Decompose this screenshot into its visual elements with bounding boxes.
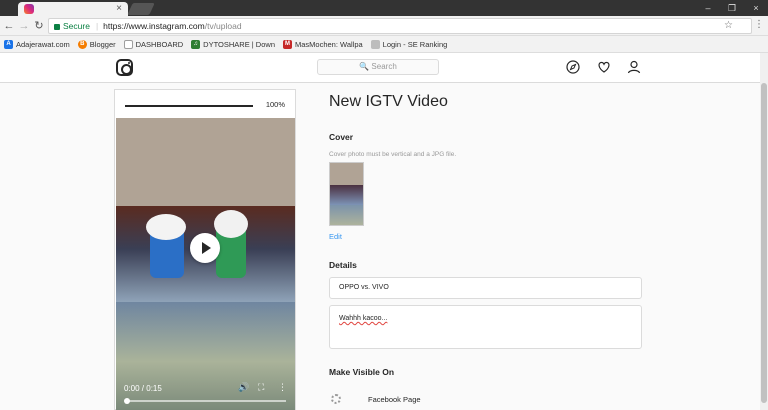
compass-icon[interactable] bbox=[566, 60, 580, 74]
bookmark-label: MasMochen: Wallpa bbox=[295, 39, 363, 49]
tab-close-icon[interactable]: × bbox=[116, 2, 122, 16]
restore-button[interactable]: ❐ bbox=[720, 0, 744, 16]
minimize-button[interactable]: – bbox=[696, 0, 720, 16]
upload-progress-bar bbox=[125, 105, 253, 107]
seek-knob[interactable] bbox=[124, 398, 130, 404]
page-icon bbox=[123, 39, 133, 49]
browser-toolbar: ← → ↻ Secure | https://www.instagram.com/t… bbox=[0, 16, 768, 36]
address-bar[interactable]: Secure | https://www.instagram.com/tv/uplo… bbox=[48, 18, 752, 34]
forward-arrow-icon[interactable]: → bbox=[17, 18, 31, 34]
page-title: New IGTV Video bbox=[329, 93, 448, 110]
back-arrow-icon[interactable]: ← bbox=[2, 18, 16, 34]
blogger-icon: B bbox=[77, 39, 87, 49]
loading-spinner-icon bbox=[331, 394, 341, 404]
dytoshare-icon: ♫ bbox=[191, 39, 201, 49]
lock-icon bbox=[54, 23, 60, 30]
cover-thumb-part bbox=[330, 163, 363, 185]
close-window-button[interactable]: × bbox=[744, 0, 768, 16]
search-input[interactable]: 🔍 Search bbox=[317, 59, 439, 75]
browser-tab-instagram[interactable]: × bbox=[18, 2, 128, 16]
url-path: /tv/upload bbox=[204, 21, 242, 31]
video-time: 0:00 / 0:15 bbox=[124, 384, 162, 393]
page-scrollbar[interactable] bbox=[760, 53, 768, 410]
browser-menu-icon[interactable]: ⋮ bbox=[754, 19, 764, 30]
volume-icon[interactable]: 🔊 bbox=[238, 382, 249, 393]
adajerawat-icon: A bbox=[4, 39, 13, 49]
se-ranking-icon bbox=[370, 39, 380, 49]
visibility-heading: Make Visible On bbox=[329, 367, 395, 377]
bookmark-label: DYTOSHARE | Down bbox=[203, 39, 275, 49]
browser-tab-strip: × – ❐ × bbox=[0, 0, 768, 16]
video-controls: 0:00 / 0:15 🔊 ⛶ ⋮ bbox=[116, 380, 295, 410]
upload-progress-label: 100% bbox=[265, 100, 285, 109]
mascot-figure bbox=[146, 214, 186, 278]
play-button[interactable] bbox=[190, 233, 220, 263]
facebook-page-label: Facebook Page bbox=[368, 395, 421, 404]
bookmark-masmochen[interactable]: M MasMochen: Wallpa bbox=[283, 39, 363, 49]
bookmark-adajerawat[interactable]: A Adajerawat.com bbox=[4, 39, 70, 49]
user-icon[interactable] bbox=[627, 60, 641, 74]
masmochen-icon: M bbox=[283, 39, 292, 49]
bookmark-dytoshare[interactable]: ♫ DYTOSHARE | Down bbox=[191, 39, 275, 49]
video-frame-top bbox=[116, 118, 295, 206]
title-input[interactable]: OPPO vs. VIVO bbox=[329, 277, 642, 299]
description-text: Wahhh kacoo... bbox=[339, 315, 388, 322]
cover-heading: Cover bbox=[329, 132, 354, 142]
video-player[interactable]: 0:00 / 0:15 🔊 ⛶ ⋮ bbox=[116, 118, 295, 410]
bookmark-star-icon[interactable]: ☆ bbox=[724, 19, 733, 33]
reload-icon[interactable]: ↻ bbox=[32, 18, 46, 34]
bookmark-dashboard[interactable]: DASHBOARD bbox=[123, 39, 184, 49]
instagram-logo-icon[interactable] bbox=[116, 59, 133, 76]
description-textarea[interactable]: Wahhh kacoo... bbox=[329, 305, 642, 349]
more-options-icon[interactable]: ⋮ bbox=[278, 382, 287, 393]
edit-cover-link[interactable]: Edit bbox=[329, 232, 342, 241]
secure-label: Secure bbox=[63, 21, 90, 31]
mascot-figure bbox=[214, 210, 248, 278]
bookmarks-bar: A Adajerawat.com B Blogger DASHBOARD ♫ D… bbox=[0, 36, 768, 53]
heart-icon[interactable] bbox=[597, 60, 611, 74]
bookmark-label: Blogger bbox=[89, 39, 116, 49]
bookmark-label: Adajerawat.com bbox=[16, 39, 70, 49]
instagram-header: 🔍 Search bbox=[0, 53, 760, 83]
cover-hint: Cover photo must be vertical and a JPG f… bbox=[329, 151, 457, 158]
seek-bar[interactable] bbox=[124, 398, 286, 404]
cover-thumb-part bbox=[330, 185, 363, 205]
cover-thumb-part bbox=[330, 205, 363, 225]
window-controls: – ❐ × bbox=[696, 0, 768, 16]
instagram-favicon-icon bbox=[24, 4, 34, 14]
bookmark-blogger[interactable]: B Blogger bbox=[77, 39, 116, 49]
new-tab-button[interactable] bbox=[127, 3, 155, 15]
details-heading: Details bbox=[329, 260, 357, 270]
scroll-thumb[interactable] bbox=[761, 83, 767, 403]
bookmark-label: Login - SE Ranking bbox=[382, 39, 448, 49]
separator: | bbox=[95, 21, 99, 31]
bookmark-label: DASHBOARD bbox=[135, 39, 184, 49]
fullscreen-icon[interactable]: ⛶ bbox=[258, 382, 264, 393]
cover-thumbnail[interactable] bbox=[329, 162, 364, 226]
bookmark-se-ranking[interactable]: Login - SE Ranking bbox=[370, 39, 448, 49]
video-preview-card: 100% 0:00 / 0:15 🔊 ⛶ ⋮ bbox=[114, 89, 296, 410]
url-host: https://www.instagram.com bbox=[103, 21, 205, 31]
